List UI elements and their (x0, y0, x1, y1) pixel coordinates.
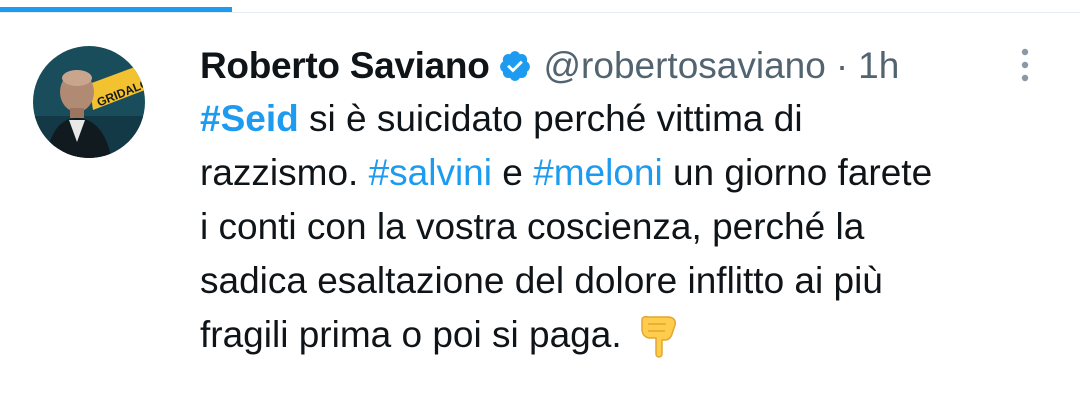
tweet-line: i conti con la vostra coscienza, perché … (200, 200, 1060, 254)
tweet-text-segment: i conti con la vostra coscienza, perché … (200, 206, 865, 247)
tweet-text-segment: si è suicidato perché vittima di (298, 98, 803, 139)
loading-progress-bar (0, 0, 1080, 14)
tweet-line: #Seid si è suicidato perché vittima di (200, 92, 1060, 146)
tweet-line: sadica esaltazione del dolore inflitto a… (200, 254, 1060, 308)
hashtag-link-salvini[interactable]: #salvini (369, 152, 492, 193)
tweet-timestamp[interactable]: 1h (858, 45, 899, 87)
hashtag-link-meloni[interactable]: #meloni (533, 152, 663, 193)
more-options-icon[interactable] (1011, 44, 1039, 88)
header-divider (0, 12, 1080, 13)
tweet-line: fragili prima o poi si paga. (200, 308, 1060, 362)
hashtag-link-seid[interactable]: #Seid (200, 98, 299, 139)
tweet-text-segment: un giorno farete (662, 152, 933, 193)
tweet-line: razzismo. #salvini e #meloni un giorno f… (200, 146, 1060, 200)
tweet-header: Roberto Saviano @robertosaviano · 1h (200, 38, 899, 94)
pointing-down-hand-icon (640, 316, 676, 358)
verified-badge-icon (499, 51, 530, 81)
tweet-text-segment: e (491, 152, 534, 193)
tweet-screen: GRIDALO Roberto Saviano @robertosaviano … (0, 0, 1080, 410)
avatar[interactable]: GRIDALO (33, 46, 145, 158)
author-handle[interactable]: @robertosaviano (544, 45, 826, 87)
tweet-text-segment: sadica esaltazione del dolore inflitto a… (200, 260, 883, 301)
separator-dot: · (835, 45, 849, 86)
tweet-text-segment: fragili prima o poi si paga. (200, 314, 622, 355)
tweet-text: #Seid si è suicidato perché vittima di ra… (200, 92, 1060, 362)
author-display-name[interactable]: Roberto Saviano (200, 45, 490, 87)
tweet-text-segment: razzismo. (200, 152, 369, 193)
